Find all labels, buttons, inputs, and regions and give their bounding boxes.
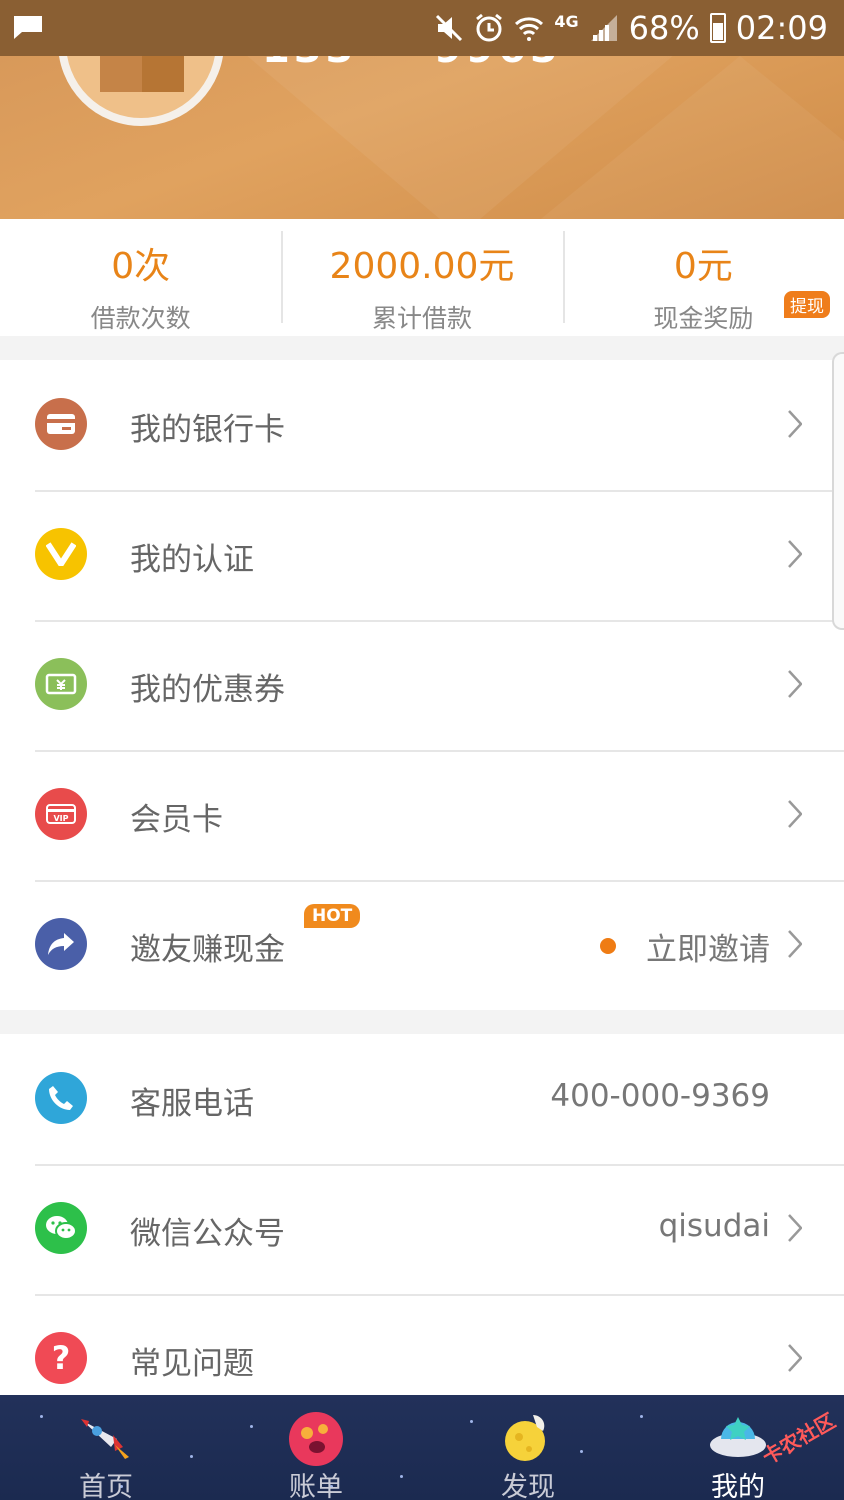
stat-total-loan[interactable]: 2000.00元 累计借款 — [281, 219, 562, 336]
side-drawer-handle[interactable] — [832, 352, 844, 630]
chevron-right-icon — [788, 930, 802, 958]
wifi-icon — [515, 17, 544, 41]
battery-icon — [709, 13, 726, 43]
mute-icon — [436, 14, 463, 42]
chevron-right-icon — [788, 410, 802, 438]
wechat-account: qisudai — [658, 1208, 770, 1244]
invite-action[interactable]: 立即邀请 — [646, 924, 770, 969]
ufo-icon — [710, 1417, 766, 1457]
menu-item-wechat[interactable]: 微信公众号 qisudai — [0, 1164, 844, 1294]
tab-label: 发现 — [501, 1472, 555, 1500]
stat-loan-count[interactable]: 0次 借款次数 — [0, 219, 281, 336]
chevron-right-icon — [788, 1214, 802, 1242]
stat-label: 借款次数 — [90, 304, 191, 333]
planet-icon — [289, 1412, 343, 1466]
profile-header: 133····9965 — [0, 56, 844, 219]
menu-item-customer-service[interactable]: 客服电话 400-000-9369 — [0, 1034, 844, 1164]
menu-item-verification[interactable]: 我的认证 — [0, 490, 844, 620]
menu-item-invite[interactable]: 邀友赚现金 HOT 立即邀请 — [0, 880, 844, 1010]
vip-card-icon: VIP — [35, 788, 87, 840]
bottom-tab-bar: 首页 账单 发现 我的 卡农社区 — [0, 1395, 844, 1500]
chevron-right-icon — [788, 540, 802, 568]
notification-dot — [600, 938, 616, 954]
stat-value: 0次 — [111, 246, 171, 287]
rocket-icon — [81, 1419, 129, 1459]
tab-home[interactable]: 首页 — [36, 1395, 176, 1500]
menu-item-label: 会员卡 — [130, 802, 223, 838]
chevron-right-icon — [788, 670, 802, 698]
chevron-right-icon — [788, 800, 802, 828]
menu-item-label: 常见问题 — [130, 1346, 254, 1382]
menu-item-bank-card[interactable]: 我的银行卡 — [0, 360, 844, 490]
chevron-right-icon — [788, 1344, 802, 1372]
stat-label: 累计借款 — [371, 304, 472, 333]
svg-text:VIP: VIP — [53, 814, 68, 823]
menu-item-vip-card[interactable]: VIP 会员卡 — [0, 750, 844, 880]
network-type: 4G — [554, 11, 579, 31]
stats-bar: 0次 借款次数 2000.00元 累计借款 0元 现金奖励 提现 — [0, 219, 844, 336]
tab-label: 首页 — [79, 1472, 133, 1500]
service-phone-number: 400-000-9369 — [550, 1078, 770, 1114]
tab-bills[interactable]: 账单 — [246, 1395, 386, 1500]
moon-icon — [505, 1415, 545, 1461]
withdraw-badge[interactable]: 提现 — [783, 291, 830, 318]
menu-primary: 我的银行卡 我的认证 我的优惠券 VIP 会员卡 邀友赚现金 HOT 立即邀请 — [0, 360, 844, 1010]
coupon-icon — [35, 658, 87, 710]
stat-value: 0元 — [673, 246, 733, 287]
menu-item-label: 我的优惠券 — [130, 672, 285, 708]
alarm-icon — [476, 13, 503, 42]
tab-discover[interactable]: 发现 — [458, 1395, 598, 1500]
battery-percent: 68% — [628, 9, 700, 47]
message-icon — [14, 16, 42, 39]
stat-cash-reward[interactable]: 0元 现金奖励 提现 — [562, 219, 844, 336]
menu-secondary: 客服电话 400-000-9369 微信公众号 qisudai ? 常见问题 — [0, 1034, 844, 1395]
menu-item-coupons[interactable]: 我的优惠券 — [0, 620, 844, 750]
user-phone: 133····9965 — [262, 56, 562, 72]
phone-icon — [35, 1072, 87, 1124]
menu-item-label: 我的银行卡 — [130, 412, 285, 448]
bank-card-icon — [35, 398, 87, 450]
menu-item-label: 我的认证 — [130, 542, 254, 578]
menu-item-label: 邀友赚现金 — [130, 932, 285, 968]
signal-icon — [590, 15, 617, 41]
question-icon: ? — [35, 1332, 87, 1384]
status-bar: 4G 68% 02:09 — [0, 0, 844, 56]
menu-item-label: 客服电话 — [130, 1086, 254, 1122]
verify-v-icon — [35, 528, 87, 580]
clock: 02:09 — [735, 9, 828, 47]
wechat-icon — [35, 1202, 87, 1254]
tab-label: 账单 — [289, 1472, 343, 1500]
tab-label: 我的 — [711, 1472, 765, 1500]
hot-badge: HOT — [304, 904, 361, 928]
menu-item-label: 微信公众号 — [130, 1216, 285, 1252]
stat-value: 2000.00元 — [329, 246, 515, 287]
share-icon — [35, 918, 87, 970]
